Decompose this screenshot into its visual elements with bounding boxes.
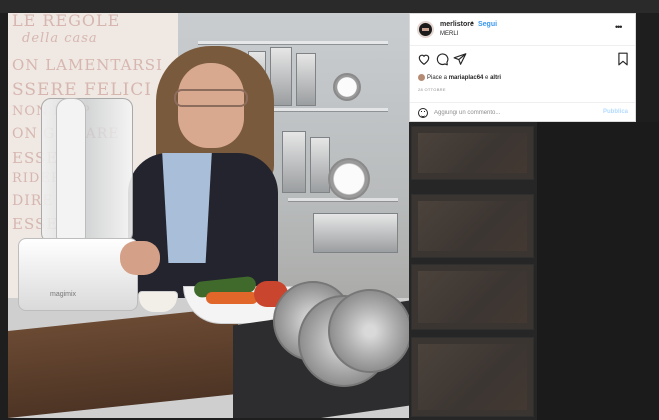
emoji-icon[interactable] [418, 108, 428, 118]
likes-line: Piace a mariaplac64 e altri [418, 74, 501, 81]
food-processor-chute [56, 98, 86, 248]
feed-thumbnail [411, 126, 534, 180]
post-date[interactable]: 28 OTTOBRE [418, 87, 446, 92]
slicing-disc [328, 289, 409, 373]
more-options-icon[interactable]: ••• [615, 22, 623, 32]
likes-others-link[interactable]: altri [490, 75, 501, 81]
post-username[interactable]: merlistore [440, 21, 474, 28]
wall-poster-text: ON LAMENTARSI [12, 56, 163, 74]
heart-icon[interactable] [417, 52, 431, 66]
publish-button[interactable]: Pubblica [603, 109, 628, 115]
likes-prefix: Piace a [427, 75, 449, 82]
presenter-hand [120, 241, 160, 275]
glass-shelf [198, 41, 388, 45]
avatar[interactable] [417, 21, 434, 38]
food-processor-base [18, 238, 138, 311]
liker-avatar [418, 74, 425, 81]
wall-poster-text: LE REGOLE [12, 13, 121, 30]
presenter-glasses [174, 89, 248, 107]
action-bar [410, 52, 635, 68]
wall-poster-text: SSERE FELICI [12, 80, 152, 100]
post-header: merlistore • Segui MERLI ••• [410, 14, 635, 46]
post-location[interactable]: MERLI [440, 31, 458, 37]
browser-top-strip [0, 0, 659, 13]
feed-thumbnail [411, 194, 534, 258]
liker-username[interactable]: mariaplac64 [449, 75, 484, 81]
product-box [282, 131, 306, 193]
feed-thumbnail [411, 337, 534, 417]
post-info-card: merlistore • Segui MERLI ••• Piace a mar… [409, 13, 636, 122]
food-processor-bowl [41, 98, 133, 243]
carrot [206, 292, 258, 304]
post-media[interactable]: LE REGOLE della casa ON LAMENTARSI SSERE… [8, 13, 409, 418]
kitchen-scale [333, 73, 361, 101]
kitchen-scale [328, 158, 370, 200]
appliance [313, 213, 398, 253]
comment-input[interactable] [434, 107, 594, 119]
dimmed-feed-column [409, 122, 537, 420]
separator-dot: • [471, 20, 474, 27]
bookmark-icon[interactable] [616, 52, 630, 66]
comment-icon[interactable] [435, 52, 449, 66]
feed-thumbnail [411, 264, 534, 330]
dimmed-background [537, 122, 659, 420]
comment-bar: Pubblica [410, 102, 635, 122]
wall-poster-text: della casa [22, 31, 98, 46]
follow-button[interactable]: Segui [478, 21, 497, 28]
share-icon[interactable] [453, 52, 467, 66]
product-brand-label: magimix [50, 291, 77, 298]
product-box [310, 137, 330, 193]
product-box [296, 53, 316, 106]
